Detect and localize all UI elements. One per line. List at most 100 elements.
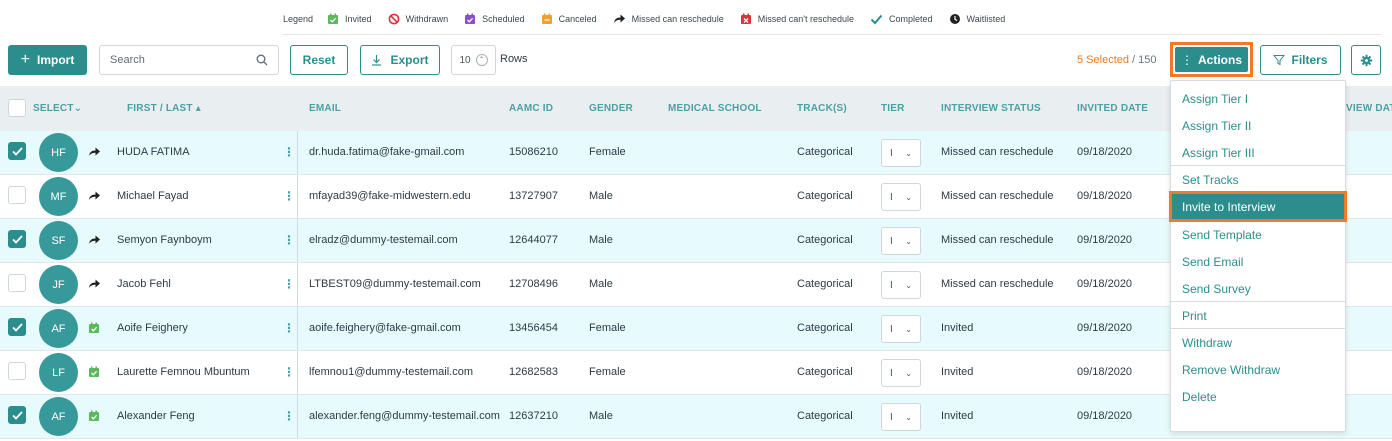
column-separator [297, 131, 298, 174]
selected-count: 5 Selected [1077, 54, 1129, 66]
calendar-check-icon [87, 321, 101, 335]
row-checkbox[interactable] [8, 142, 26, 160]
row-menu-icon[interactable]: ⋮ [283, 277, 295, 291]
column-header-invited[interactable]: INVITED DATE [1077, 103, 1148, 114]
avatar[interactable]: SF [39, 221, 78, 260]
column-separator [297, 219, 298, 262]
clock-icon [949, 14, 960, 24]
row-checkbox[interactable] [8, 230, 26, 248]
rows-value: 10 [459, 54, 471, 66]
filter-icon [1273, 55, 1286, 66]
tier-select[interactable]: I ⌄ [881, 359, 921, 387]
menu-item-send-email[interactable]: Send Email [1171, 248, 1345, 275]
applicant-track: Categorical [797, 190, 853, 202]
applicant-gender: Female [589, 146, 626, 158]
row-menu-icon[interactable]: ⋮ [283, 409, 295, 423]
column-header-email[interactable]: EMAIL [309, 103, 341, 114]
menu-item-assign-tier-1[interactable]: Assign Tier I [1171, 85, 1345, 112]
avatar[interactable]: MF [39, 177, 78, 216]
row-menu-icon[interactable]: ⋮ [283, 321, 295, 335]
avatar[interactable]: AF [39, 309, 78, 348]
filters-button[interactable]: Filters [1260, 45, 1341, 75]
menu-item-set-tracks[interactable]: Set Tracks [1171, 166, 1345, 193]
import-button[interactable]: + Import [8, 45, 87, 75]
avatar[interactable]: HF [39, 133, 78, 172]
row-checkbox[interactable] [8, 274, 26, 292]
interview-status: Missed can reschedule [941, 278, 1054, 290]
column-header-track[interactable]: TRACK(S) [797, 103, 847, 114]
column-header-gender[interactable]: GENDER [589, 103, 633, 114]
applicant-email: mfayad39@fake-midwestern.edu [309, 190, 471, 202]
calendar-check-icon [87, 365, 101, 379]
applicant-aamc-id: 12637210 [509, 410, 558, 422]
applicant-name[interactable]: Semyon Faynboym [117, 234, 212, 246]
menu-item-send-template[interactable]: Send Template [1171, 221, 1345, 248]
applicant-gender: Male [589, 410, 613, 422]
invited-date: 09/18/2020 [1077, 410, 1133, 422]
select-all-checkbox[interactable] [8, 99, 26, 117]
selected-total: / 150 [1128, 54, 1157, 66]
column-header-select[interactable]: SELECT⌄ [33, 103, 82, 114]
applicant-track: Categorical [797, 322, 853, 334]
column-header-status[interactable]: INTERVIEW STATUS [941, 103, 1041, 114]
legend-label: Invited [345, 14, 372, 24]
column-header-aamc[interactable]: AAMC ID [509, 103, 553, 114]
reset-button[interactable]: Reset [290, 45, 348, 75]
menu-item-remove-withdraw[interactable]: Remove Withdraw [1171, 356, 1345, 383]
row-menu-icon[interactable]: ⋮ [283, 365, 295, 379]
avatar[interactable]: JF [39, 265, 78, 304]
menu-item-assign-tier-2[interactable]: Assign Tier II [1171, 112, 1345, 139]
rows-per-page-stepper[interactable]: 10 ⌃ [451, 45, 496, 75]
settings-button[interactable] [1351, 45, 1381, 75]
menu-item-assign-tier-3[interactable]: Assign Tier III [1171, 139, 1345, 166]
menu-item-print[interactable]: Print [1171, 302, 1345, 329]
row-checkbox[interactable] [8, 186, 26, 204]
avatar[interactable]: AF [39, 397, 78, 436]
applicant-gender: Male [589, 234, 613, 246]
row-checkbox[interactable] [8, 318, 26, 336]
menu-item-send-survey[interactable]: Send Survey [1171, 275, 1345, 302]
applicant-email: alexander.feng@dummy-testemail.com [309, 410, 500, 422]
share-arrow-icon [613, 14, 625, 23]
row-menu-icon[interactable]: ⋮ [283, 189, 295, 203]
row-checkbox[interactable] [8, 406, 26, 424]
tier-select[interactable]: I ⌄ [881, 403, 921, 431]
interview-status: Missed can reschedule [941, 234, 1054, 246]
applicant-name[interactable]: Jacob Fehl [117, 278, 171, 290]
applicant-name[interactable]: Aoife Feighery [117, 322, 188, 334]
applicant-name[interactable]: HUDA FATIMA [117, 146, 190, 158]
tier-select[interactable]: I ⌄ [881, 183, 921, 211]
tier-select[interactable]: I ⌄ [881, 227, 921, 255]
column-header-name[interactable]: FIRST / LAST ▴ [127, 103, 201, 114]
row-menu-icon[interactable]: ⋮ [283, 145, 295, 159]
menu-item-delete[interactable]: Delete [1171, 383, 1345, 410]
legend-item-scheduled: Scheduled [464, 13, 525, 25]
column-header-tier[interactable]: TIER [881, 103, 905, 114]
tier-select[interactable]: I ⌄ [881, 315, 921, 343]
applicant-name[interactable]: Alexander Feng [117, 410, 195, 422]
applicant-email: dr.huda.fatima@fake-gmail.com [309, 146, 465, 158]
row-menu-icon[interactable]: ⋮ [283, 233, 295, 247]
search-input[interactable]: Search [99, 45, 279, 75]
applicant-name[interactable]: Michael Fayad [117, 190, 189, 202]
search-placeholder: Search [110, 54, 145, 66]
legend-label: Withdrawn [405, 14, 449, 24]
up-down-chevron-icon[interactable]: ⌃ [475, 54, 488, 66]
actions-button[interactable]: ⋮ Actions [1175, 47, 1248, 72]
avatar[interactable]: LF [39, 353, 78, 392]
applicant-name[interactable]: Laurette Femnou Mbuntum [117, 366, 250, 378]
tier-select[interactable]: I ⌄ [881, 271, 921, 299]
menu-item-invite-to-interview[interactable]: Invite to Interview [1169, 191, 1347, 222]
share-arrow-icon [87, 189, 101, 203]
check-icon [11, 146, 23, 156]
sort-asc-icon: ▴ [195, 103, 201, 114]
export-button[interactable]: Export [360, 45, 440, 75]
calendar-check-icon [328, 13, 339, 24]
tier-select[interactable]: I ⌄ [881, 139, 921, 167]
row-checkbox[interactable] [8, 362, 26, 380]
chevron-down-icon: ⌄ [905, 324, 912, 334]
menu-item-withdraw[interactable]: Withdraw [1171, 329, 1345, 356]
legend-title: Legend [283, 14, 314, 24]
column-header-interview-date[interactable]: VIEW DAT [1346, 103, 1392, 114]
column-header-school[interactable]: MEDICAL SCHOOL [668, 103, 762, 114]
